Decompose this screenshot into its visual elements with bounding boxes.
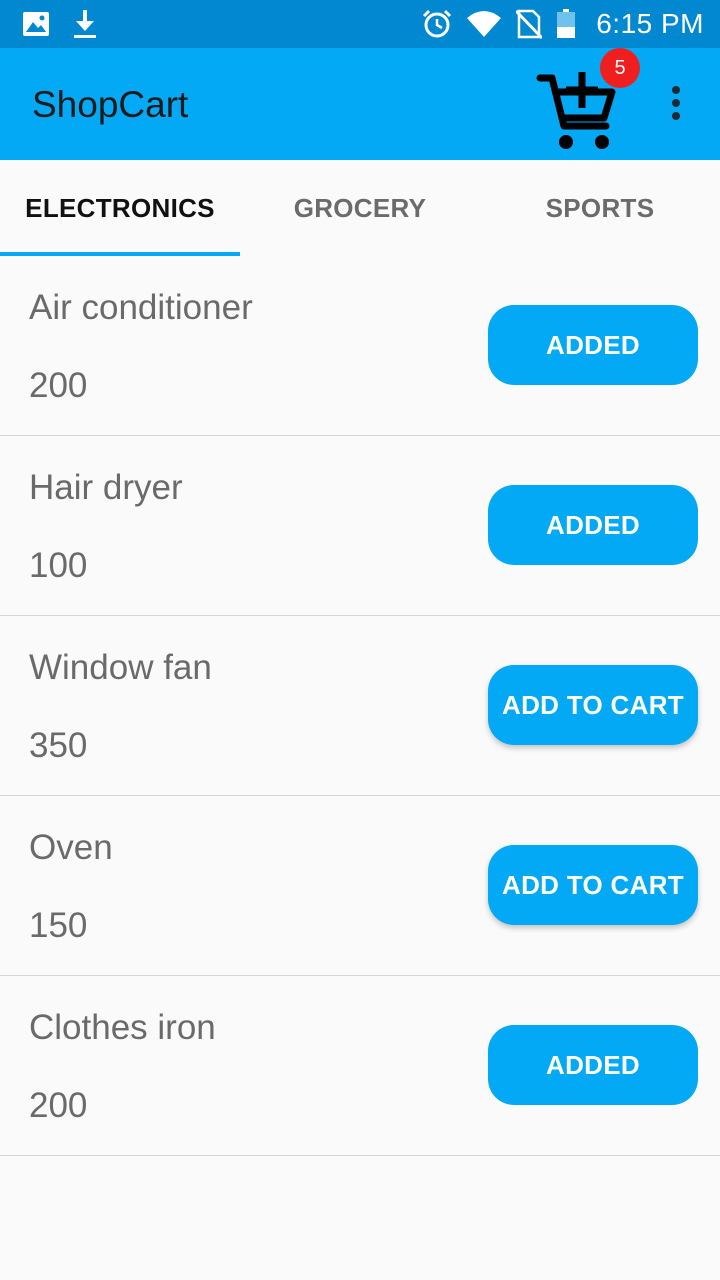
product-name: Hair dryer bbox=[29, 468, 183, 507]
product-price: 150 bbox=[29, 906, 88, 945]
alarm-icon bbox=[422, 9, 452, 39]
no-sim-icon bbox=[516, 9, 543, 39]
tab-grocery[interactable]: GROCERY bbox=[240, 160, 480, 256]
add-to-cart-icon bbox=[536, 72, 616, 158]
added-button[interactable]: ADDED bbox=[488, 305, 698, 385]
product-name: Window fan bbox=[29, 648, 212, 687]
added-button[interactable]: ADDED bbox=[488, 485, 698, 565]
list-item: Oven 150 ADD TO CART bbox=[0, 796, 720, 976]
cart-button[interactable] bbox=[536, 70, 616, 154]
product-price: 200 bbox=[29, 366, 88, 405]
list-item: Air conditioner 200 ADDED bbox=[0, 256, 720, 436]
product-price: 200 bbox=[29, 1086, 88, 1125]
add-to-cart-button[interactable]: ADD TO CART bbox=[488, 665, 698, 745]
cart-badge: 5 bbox=[600, 48, 640, 88]
image-icon bbox=[22, 11, 50, 37]
product-price: 100 bbox=[29, 546, 88, 585]
app-title: ShopCart bbox=[32, 84, 189, 125]
wifi-icon bbox=[466, 10, 502, 38]
battery-icon bbox=[556, 9, 576, 39]
product-name: Clothes iron bbox=[29, 1008, 216, 1047]
tab-electronics[interactable]: ELECTRONICS bbox=[0, 160, 240, 256]
added-button[interactable]: ADDED bbox=[488, 1025, 698, 1105]
product-name: Air conditioner bbox=[29, 288, 253, 327]
product-name: Oven bbox=[29, 828, 113, 867]
more-vert-icon[interactable] bbox=[660, 82, 692, 126]
category-tabs: ELECTRONICS GROCERY SPORTS bbox=[0, 160, 720, 256]
tab-sports[interactable]: SPORTS bbox=[480, 160, 720, 256]
list-item: Clothes iron 200 ADDED bbox=[0, 976, 720, 1156]
clock: 6:15 PM bbox=[596, 8, 704, 39]
list-item: Hair dryer 100 ADDED bbox=[0, 436, 720, 616]
download-icon bbox=[72, 9, 98, 39]
product-price: 350 bbox=[29, 726, 88, 765]
list-item: Window fan 350 ADD TO CART bbox=[0, 616, 720, 796]
status-bar: 6:15 PM bbox=[0, 0, 720, 48]
app-bar: ShopCart 5 bbox=[0, 48, 720, 160]
product-list: Air conditioner 200 ADDED Hair dryer 100… bbox=[0, 256, 720, 1156]
add-to-cart-button[interactable]: ADD TO CART bbox=[488, 845, 698, 925]
